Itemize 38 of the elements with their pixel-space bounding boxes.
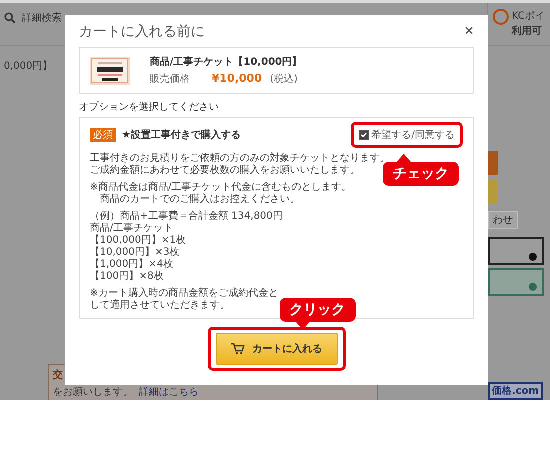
- points-title: KCポイ: [512, 10, 545, 23]
- description-line: ご成約金額にあわせて必要枚数の購入をお願いいたします。: [90, 165, 360, 177]
- details-link[interactable]: 詳細はこちら: [139, 385, 199, 399]
- search-icon[interactable]: [4, 12, 16, 24]
- description-line: 【10,000円】×3枚: [90, 247, 180, 258]
- description-line: 【1,000円】×4枚: [90, 259, 174, 270]
- options-heading: オプションを選択してください: [79, 100, 220, 114]
- required-badge: 必須: [90, 128, 116, 142]
- payment-logo: 価格.com: [488, 382, 544, 400]
- description-line: ※カート購入時の商品金額をご成約代金として適用させていただきます。: [90, 288, 280, 312]
- side-banner-drawing: [488, 237, 544, 297]
- search-link[interactable]: 詳細検索: [22, 11, 62, 25]
- price: ¥10,000: [212, 72, 262, 85]
- callout-label: チェック: [383, 154, 459, 186]
- product-name: 商品/工事チケット【10,000円】: [150, 55, 302, 69]
- description-line: 【100円】×8枚: [90, 271, 164, 283]
- description-line: 商品/工事チケット: [90, 223, 174, 234]
- description-line: 商品のカートでのご購入はお控えください。: [99, 194, 300, 206]
- description-line: 【100,000円】×1枚: [90, 235, 186, 246]
- modal-title: カートに入れる前に: [79, 23, 205, 41]
- points-available: 利用可: [512, 24, 543, 38]
- callout-pointer: [397, 154, 411, 162]
- agree-checkbox[interactable]: 希望する/同意する: [358, 128, 455, 142]
- option-title: ★設置工事付きで購入する: [122, 128, 241, 142]
- callout-label: クリック: [280, 298, 356, 330]
- description-line: ※商品代金は商品/工事チケット代金に含むものとします。: [90, 182, 352, 194]
- description-line: （例）商品+工事費＝合計金額 134,800円: [90, 211, 283, 222]
- add-to-cart-button[interactable]: カートに入れる: [216, 333, 338, 365]
- inquiry-button[interactable]: わせ: [488, 211, 518, 229]
- tax-note: (税込): [270, 72, 298, 86]
- checkbox-icon[interactable]: [358, 130, 369, 140]
- notice-text: をお願いします。: [53, 386, 133, 399]
- kc-logo-icon: [493, 9, 509, 25]
- price-label: 販売価格: [150, 72, 190, 86]
- breadcrumb: 0,000円】: [4, 61, 53, 72]
- close-button[interactable]: ×: [464, 23, 474, 41]
- notice-title: 交: [53, 368, 63, 382]
- cart-icon: [230, 343, 244, 355]
